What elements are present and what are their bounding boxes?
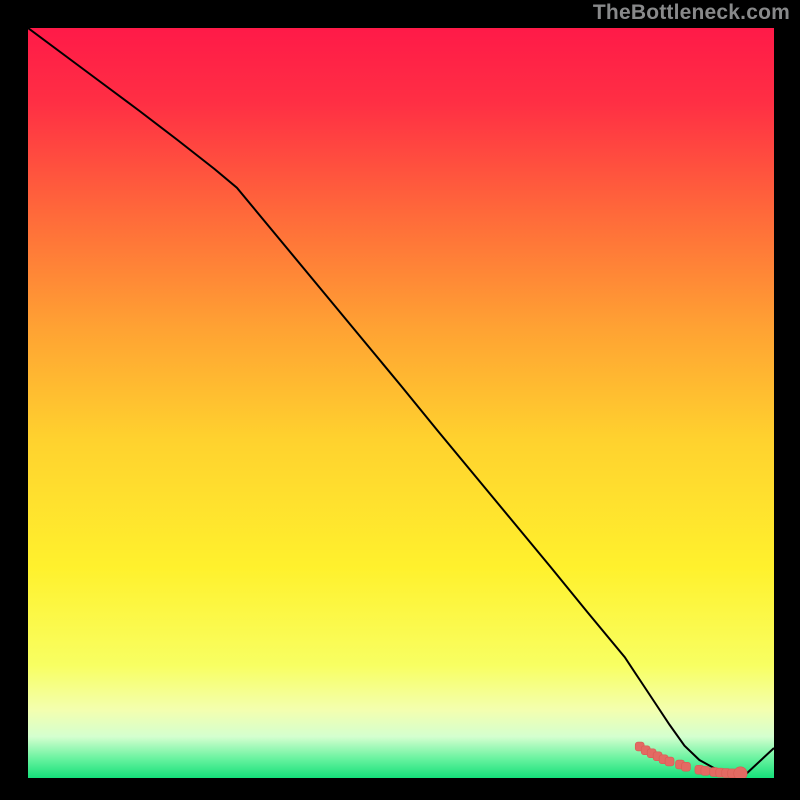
sample-marker [682, 762, 691, 771]
plot-background [28, 28, 774, 778]
bottleneck-chart [0, 0, 800, 800]
end-marker [734, 767, 747, 780]
watermark-label: TheBottleneck.com [593, 2, 790, 23]
sample-marker [665, 757, 674, 766]
chart-container: TheBottleneck.com [0, 0, 800, 800]
sample-marker [701, 766, 710, 775]
